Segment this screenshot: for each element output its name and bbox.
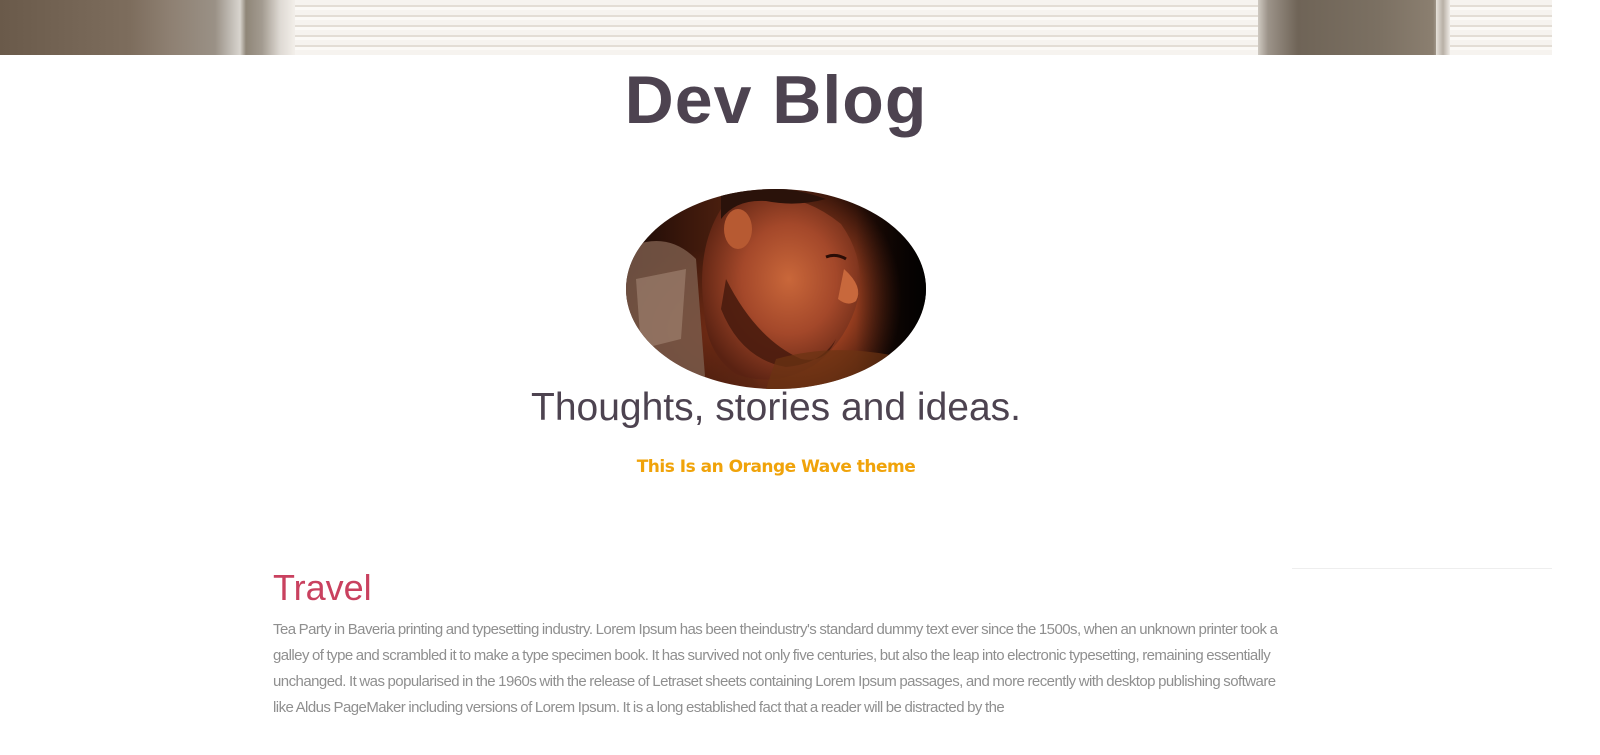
author-avatar	[626, 189, 926, 389]
window-frame-left	[0, 0, 295, 55]
site-title[interactable]: Dev Blog	[0, 58, 1552, 142]
header-cover-image	[0, 0, 1552, 55]
theme-description: This Is an Orange Wave theme	[636, 457, 916, 477]
window-frame-right	[1436, 0, 1450, 55]
page: Dev Blog Thoughts, stories and ideas. Th…	[0, 0, 1600, 755]
post-excerpt: Tea Party in Baveria printing and typese…	[273, 621, 1278, 716]
avatar-portrait-illustration	[626, 189, 926, 389]
sidebar-divider	[1292, 568, 1552, 569]
site-tagline: Thoughts, stories and ideas.	[531, 386, 1021, 429]
post-title[interactable]: Travel	[273, 566, 372, 610]
window-frame-center	[1258, 0, 1450, 55]
